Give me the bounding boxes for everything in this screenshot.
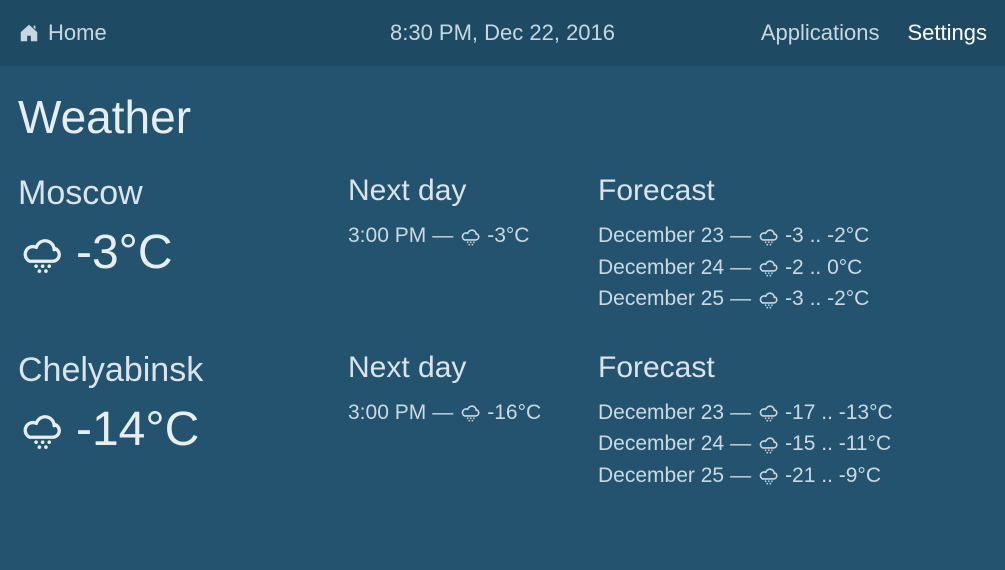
snow-icon bbox=[18, 406, 64, 452]
snow-icon bbox=[18, 230, 64, 276]
snow-icon bbox=[757, 225, 779, 247]
forecast-range: -3 .. -2°C bbox=[785, 283, 869, 315]
next-day-temp: -3°C bbox=[487, 220, 529, 252]
dash: — bbox=[730, 252, 751, 284]
forecast-row: December 25 — -21 .. -9°C bbox=[598, 460, 987, 492]
nav-applications[interactable]: Applications bbox=[761, 20, 880, 46]
topbar: Home 8:30 PM, Dec 22, 2016 Applications … bbox=[0, 0, 1005, 66]
dash: — bbox=[730, 460, 751, 492]
page-title: Weather bbox=[18, 90, 987, 144]
forecast-row: December 23 — -17 .. -13°C bbox=[598, 397, 987, 429]
forecast-range: -17 .. -13°C bbox=[785, 397, 893, 429]
forecast-range: -2 .. 0°C bbox=[785, 252, 862, 284]
current-temp: -14°C bbox=[76, 402, 199, 457]
snow-icon bbox=[757, 288, 779, 310]
snow-icon bbox=[459, 225, 481, 247]
home-link[interactable]: Home bbox=[18, 20, 107, 46]
snow-icon bbox=[459, 401, 481, 423]
forecast-row: December 23 — -3 .. -2°C bbox=[598, 220, 987, 252]
city-block: Chelyabinsk -14°C Next day 3:00 PM — -16… bbox=[18, 351, 987, 492]
forecast-date: December 23 bbox=[598, 397, 724, 429]
next-day-time: 3:00 PM bbox=[348, 397, 426, 429]
snow-icon bbox=[757, 464, 779, 486]
forecast-range: -3 .. -2°C bbox=[785, 220, 869, 252]
dash: — bbox=[432, 397, 453, 429]
nav-settings[interactable]: Settings bbox=[908, 20, 988, 46]
city-name: Moscow bbox=[18, 174, 348, 213]
forecast-section: Forecast December 23 — -17 .. -13°C Dece… bbox=[598, 351, 987, 492]
forecast-date: December 24 bbox=[598, 428, 724, 460]
forecast-label: Forecast bbox=[598, 174, 987, 208]
next-day-line: 3:00 PM — -16°C bbox=[348, 397, 598, 429]
next-day-section: Next day 3:00 PM — -16°C bbox=[348, 351, 598, 492]
city-block: Moscow -3°C Next day 3:00 PM — -3°C Fore… bbox=[18, 174, 987, 315]
content: Weather Moscow -3°C Next day 3:00 PM — -… bbox=[0, 66, 1005, 545]
next-day-line: 3:00 PM — -3°C bbox=[348, 220, 598, 252]
forecast-label: Forecast bbox=[598, 351, 987, 385]
dash: — bbox=[730, 283, 751, 315]
current-temp: -3°C bbox=[76, 225, 173, 280]
forecast-section: Forecast December 23 — -3 .. -2°C Decemb… bbox=[598, 174, 987, 315]
next-day-label: Next day bbox=[348, 351, 598, 385]
forecast-row: December 24 — -2 .. 0°C bbox=[598, 252, 987, 284]
city-name: Chelyabinsk bbox=[18, 351, 348, 390]
forecast-date: December 24 bbox=[598, 252, 724, 284]
home-icon bbox=[18, 22, 40, 44]
snow-icon bbox=[757, 433, 779, 455]
forecast-date: December 25 bbox=[598, 283, 724, 315]
snow-icon bbox=[757, 401, 779, 423]
forecast-row: December 24 — -15 .. -11°C bbox=[598, 428, 987, 460]
city-current: Moscow -3°C bbox=[18, 174, 348, 315]
forecast-date: December 23 bbox=[598, 220, 724, 252]
forecast-date: December 25 bbox=[598, 460, 724, 492]
dash: — bbox=[730, 220, 751, 252]
next-day-label: Next day bbox=[348, 174, 598, 208]
forecast-range: -21 .. -9°C bbox=[785, 460, 881, 492]
snow-icon bbox=[757, 256, 779, 278]
forecast-range: -15 .. -11°C bbox=[785, 428, 891, 460]
home-label: Home bbox=[48, 20, 107, 46]
forecast-row: December 25 — -3 .. -2°C bbox=[598, 283, 987, 315]
next-day-time: 3:00 PM bbox=[348, 220, 426, 252]
next-day-section: Next day 3:00 PM — -3°C bbox=[348, 174, 598, 315]
next-day-temp: -16°C bbox=[487, 397, 541, 429]
dash: — bbox=[432, 220, 453, 252]
dash: — bbox=[730, 428, 751, 460]
dash: — bbox=[730, 397, 751, 429]
city-current: Chelyabinsk -14°C bbox=[18, 351, 348, 492]
